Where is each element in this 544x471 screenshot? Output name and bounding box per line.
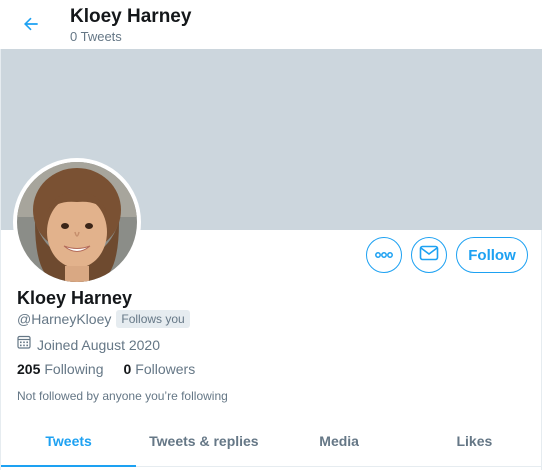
profile-header: Kloey Harney 0 Tweets (0, 0, 544, 49)
back-button[interactable] (14, 9, 48, 43)
tab-likes[interactable]: Likes (407, 416, 542, 466)
avatar[interactable] (17, 162, 137, 282)
avatar-border (13, 158, 141, 286)
envelope-icon (419, 245, 439, 266)
followers-label: Followers (135, 361, 196, 377)
profile-tabs: Tweets Tweets & replies Media Likes (1, 416, 542, 467)
following-label: Following (44, 361, 104, 377)
follows-you-badge: Follows you (116, 310, 190, 328)
more-dots-icon (374, 246, 394, 264)
back-arrow-icon (21, 14, 41, 39)
following-link[interactable]: 205 Following (17, 361, 104, 377)
profile-name: Kloey Harney (17, 288, 133, 308)
mutual-followers-note: Not followed by anyone you’re following (17, 389, 228, 403)
followers-link[interactable]: 0 Followers (124, 361, 196, 377)
header-tweet-count: 0 Tweets (70, 29, 122, 44)
more-options-button[interactable] (366, 237, 402, 273)
message-button[interactable] (411, 237, 447, 273)
follow-button[interactable]: Follow (456, 237, 528, 273)
tab-tweets[interactable]: Tweets (1, 416, 137, 467)
tab-tweets-and-replies[interactable]: Tweets & replies (136, 416, 271, 466)
calendar-icon (17, 335, 31, 354)
stats-row: 205 Following 0 Followers (17, 361, 215, 377)
tab-media[interactable]: Media (272, 416, 407, 466)
joined-row: Joined August 2020 (17, 335, 160, 354)
handle-row: @HarneyKloey Follows you (17, 310, 190, 328)
profile-handle: @HarneyKloey (17, 311, 112, 327)
header-name: Kloey Harney (70, 6, 192, 27)
followers-count: 0 (123, 361, 132, 377)
following-count: 205 (17, 361, 41, 377)
joined-date: Joined August 2020 (37, 336, 160, 353)
